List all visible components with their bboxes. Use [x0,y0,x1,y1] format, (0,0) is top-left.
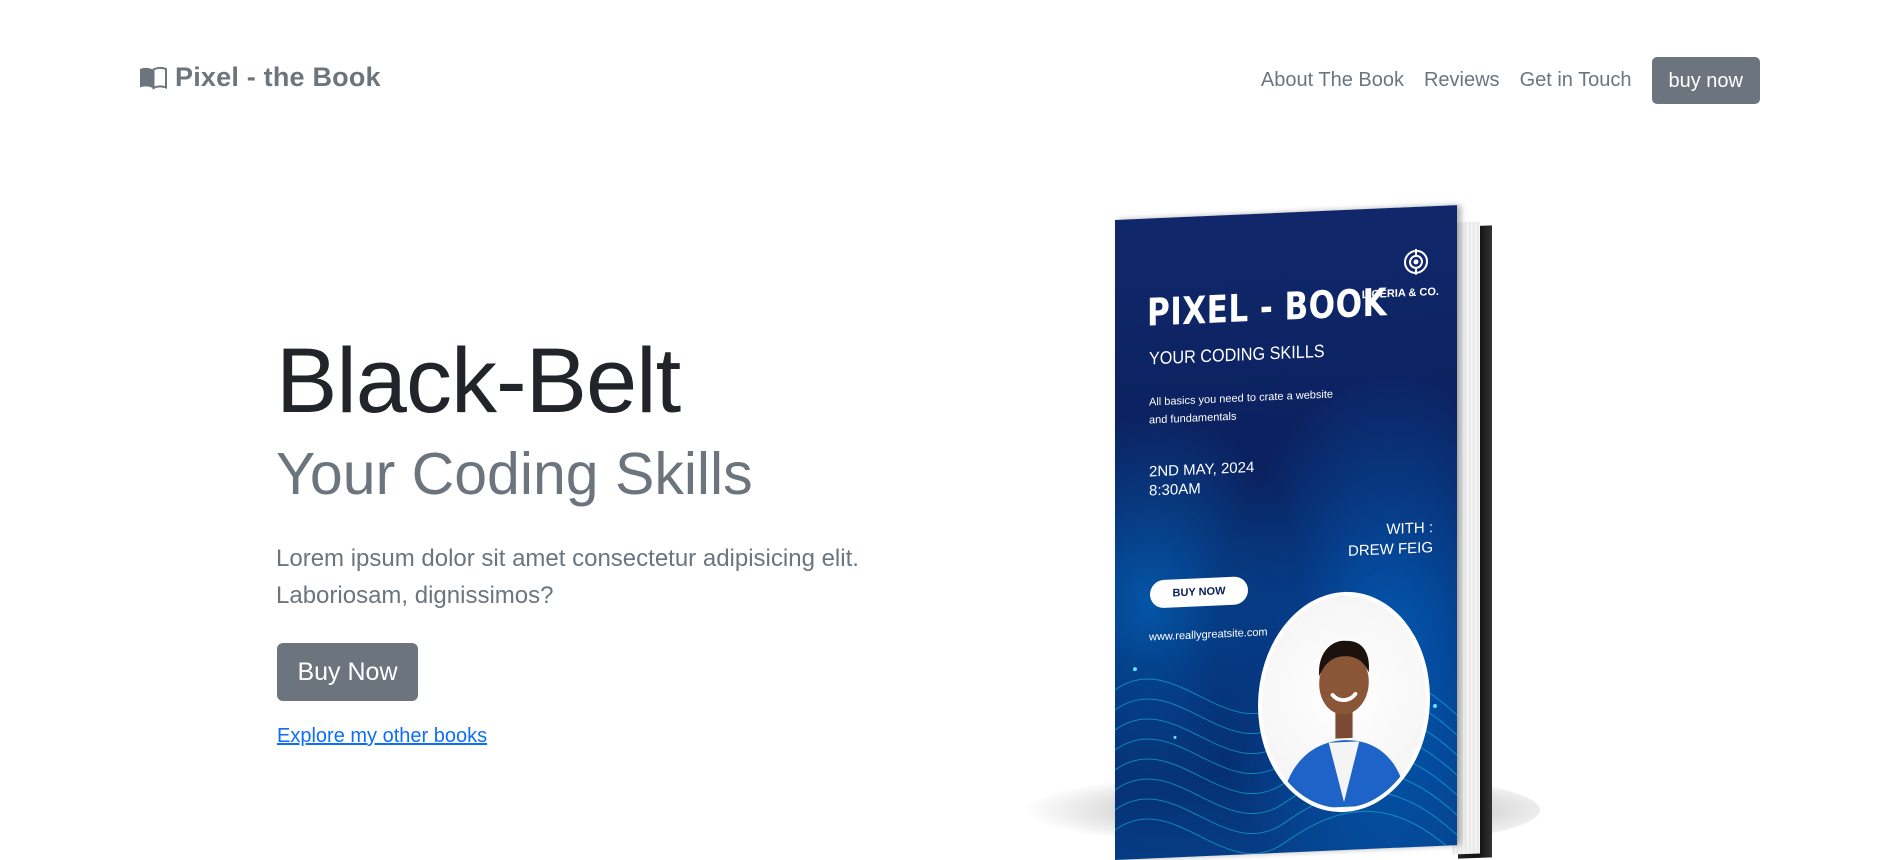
hero-lead-text: Lorem ipsum dolor sit amet consectetur a… [276,545,859,609]
nav-links: About The Book Reviews Get in Touch buy … [1261,55,1760,105]
book-mockup-image: LICERIA & CO. PIXEL - BOOK YOUR CODING S… [1020,205,1560,860]
publisher-logo-icon [1404,248,1428,275]
nav-link-contact[interactable]: Get in Touch [1520,55,1632,105]
author-photo [1281,640,1407,810]
book-cover: LICERIA & CO. PIXEL - BOOK YOUR CODING S… [1115,205,1457,860]
cover-title: PIXEL - BOOK [1147,280,1388,335]
book-icon [140,66,167,90]
nav-buy-now-button[interactable]: buy now [1651,56,1760,104]
cover-subtitle: YOUR CODING SKILLS [1149,340,1325,369]
author-portrait [1258,588,1430,816]
navbar: Pixel - the Book About The Book Reviews … [0,0,1893,160]
cover-description: All basics you need to crate a website a… [1149,388,1334,427]
explore-books-link[interactable]: Explore my other books [277,725,487,748]
hero-title: Black-Belt [276,330,681,432]
hero-buy-now-button[interactable]: Buy Now [277,643,418,701]
brand-name: Pixel - the Book [175,62,381,92]
cover-buy-now-label: BUY NOW [1150,576,1248,609]
nav-link-about[interactable]: About The Book [1261,55,1404,105]
cover-author: WITH : DREW FEIG [1348,519,1433,560]
brand-link[interactable]: Pixel - the Book [139,62,381,93]
cover-date: 2ND MAY, 2024 8:30AM [1149,458,1255,500]
nav-link-reviews[interactable]: Reviews [1424,55,1500,105]
hero-subtitle: Your Coding Skills [276,441,753,507]
